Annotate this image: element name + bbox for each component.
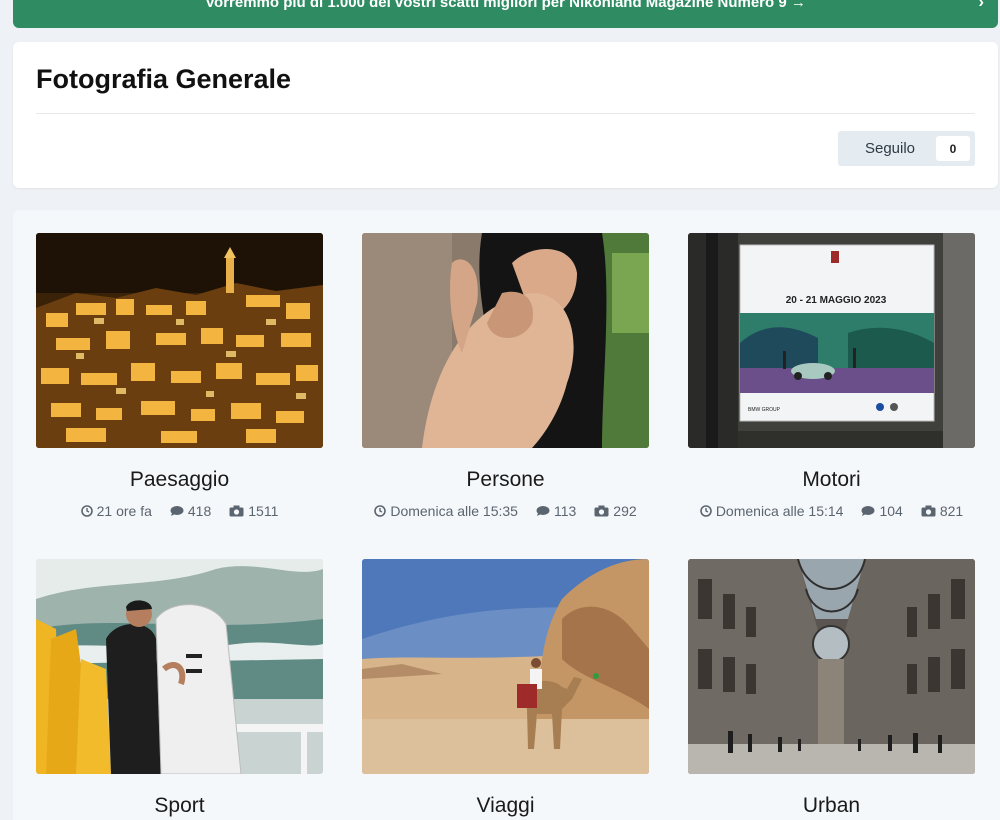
page-title: Fotografia Generale	[36, 64, 292, 94]
category-card-paesaggio[interactable]: Paesaggio 21 ore fa 418 1511	[36, 233, 323, 519]
comment-count: 418	[187, 503, 212, 519]
clock-icon	[700, 505, 712, 517]
category-meta: Domenica alle 15:35 113 292	[362, 503, 649, 519]
category-thumbnail[interactable]	[36, 233, 323, 448]
category-title[interactable]: Urban	[688, 794, 975, 818]
category-meta: 21 ore fa 418 1511	[36, 503, 323, 519]
photo-count: 821	[939, 503, 964, 519]
comment-count: 113	[553, 503, 577, 519]
follower-count: 0	[936, 136, 970, 161]
last-update: Domenica alle 15:14	[715, 503, 844, 519]
follow-button[interactable]: Seguilo 0	[838, 131, 975, 166]
category-card-motori[interactable]: 20 - 21 MAGGIO 2023 BMW GROUP Motori Dom…	[688, 233, 975, 519]
announcement-banner[interactable]: Vorremmo più di 1.000 dei vostri scatti …	[13, 0, 998, 28]
banner-text[interactable]: Vorremmo più di 1.000 dei vostri scatti …	[205, 0, 806, 11]
comment-count: 104	[879, 503, 903, 519]
category-title[interactable]: Paesaggio	[36, 468, 323, 492]
clock-icon	[374, 505, 387, 517]
category-title[interactable]: Persone	[362, 468, 649, 492]
category-card-persone[interactable]: Persone Domenica alle 15:35 113 292	[362, 233, 649, 519]
comment-icon	[170, 506, 184, 516]
surfer-image[interactable]	[36, 559, 323, 774]
gallery-image[interactable]	[688, 559, 975, 774]
poster-image[interactable]: 20 - 21 MAGGIO 2023 BMW GROUP	[688, 233, 975, 448]
camera-icon	[594, 505, 609, 517]
chevron-right-icon[interactable]: ›	[978, 0, 984, 12]
last-update: Domenica alle 15:35	[390, 503, 518, 519]
night-town-image[interactable]	[36, 233, 323, 448]
category-thumbnail[interactable]	[688, 559, 975, 774]
photo-count: 1511	[248, 503, 279, 519]
category-card-viaggi[interactable]: Viaggi	[362, 559, 649, 818]
camera-icon	[229, 505, 244, 517]
comment-icon	[861, 506, 875, 516]
comment-icon	[536, 506, 550, 516]
category-thumbnail[interactable]	[36, 559, 323, 774]
follow-label[interactable]: Seguilo	[838, 140, 936, 157]
header-divider	[36, 113, 975, 114]
poster-logo: BMW GROUP	[748, 407, 781, 413]
poster-date: 20 - 21 MAGGIO 2023	[786, 295, 887, 306]
category-grid: Paesaggio 21 ore fa 418 1511 Persone Dom…	[13, 210, 1000, 820]
category-meta: Domenica alle 15:14 104 821	[688, 503, 975, 519]
page-header: Fotografia Generale Seguilo 0	[13, 42, 998, 188]
category-thumbnail[interactable]: 20 - 21 MAGGIO 2023 BMW GROUP	[688, 233, 975, 448]
desert-image[interactable]	[362, 559, 649, 774]
category-title[interactable]: Motori	[688, 468, 975, 492]
category-title[interactable]: Sport	[36, 794, 323, 818]
category-title[interactable]: Viaggi	[362, 794, 649, 818]
category-thumbnail[interactable]	[362, 559, 649, 774]
category-card-urban[interactable]: Urban	[688, 559, 975, 818]
category-card-sport[interactable]: Sport	[36, 559, 323, 818]
clock-icon	[80, 505, 93, 517]
category-thumbnail[interactable]	[362, 233, 649, 448]
photo-count: 292	[613, 503, 637, 519]
portrait-image[interactable]	[362, 233, 649, 448]
last-update: 21 ore fa	[96, 503, 152, 519]
camera-icon	[921, 505, 936, 517]
